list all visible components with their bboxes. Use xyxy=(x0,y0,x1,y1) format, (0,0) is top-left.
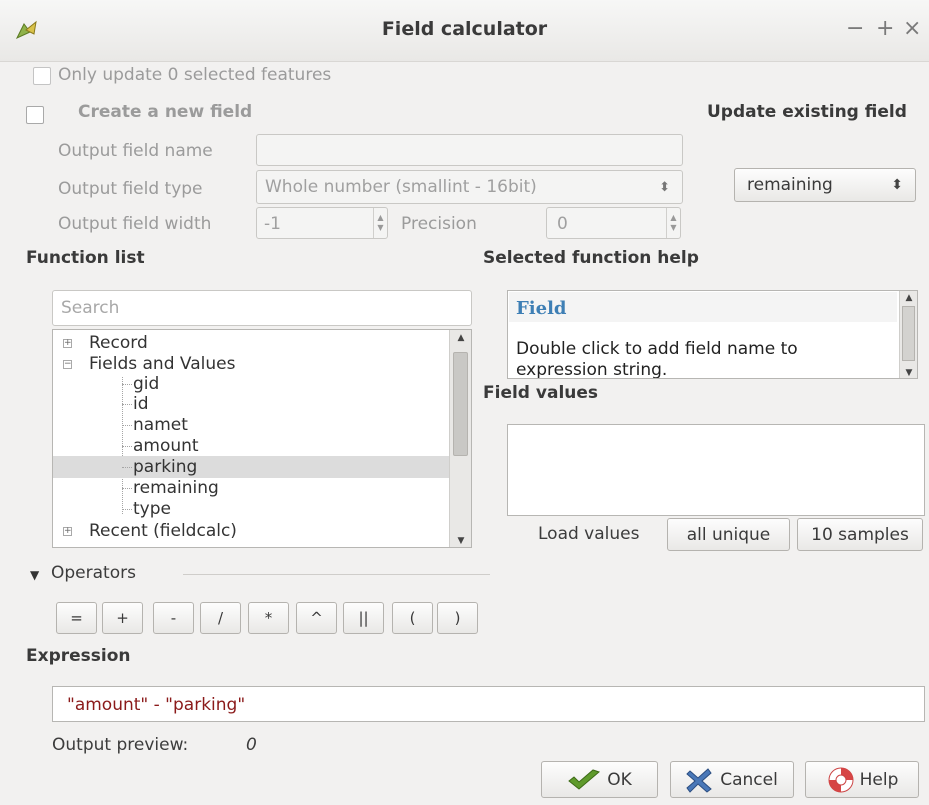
spinner-arrows-icon[interactable]: ▲ ▼ xyxy=(373,208,387,238)
scroll-down-icon[interactable]: ▼ xyxy=(450,536,471,546)
output-field-type-value: Whole number (smallint - 16bit) xyxy=(265,177,537,197)
output-field-name-input[interactable] xyxy=(256,134,683,166)
tree-item-amount[interactable]: amount xyxy=(133,436,199,456)
tree-expander-icon[interactable]: + xyxy=(63,339,72,348)
help-title-bar xyxy=(509,292,897,322)
tree-item-gid[interactable]: gid xyxy=(133,374,159,394)
operator-minus-button[interactable]: - xyxy=(153,602,194,634)
scroll-down-icon[interactable]: ▼ xyxy=(900,368,917,378)
existing-field-select[interactable]: remaining ⬍ xyxy=(734,168,916,202)
create-new-field-label: Create a new field xyxy=(78,102,253,122)
ok-button[interactable]: OK xyxy=(541,761,658,798)
field-values-heading: Field values xyxy=(483,383,599,403)
updown-arrows-icon: ⬍ xyxy=(659,180,670,195)
operators-heading: Operators xyxy=(51,563,136,583)
function-tree-scrollbar[interactable]: ▲ ▼ xyxy=(449,330,471,547)
cancel-label: Cancel xyxy=(720,769,778,790)
section-divider xyxy=(183,574,490,575)
output-field-name-label: Output field name xyxy=(58,141,213,161)
output-field-type-select[interactable]: Whole number (smallint - 16bit) ⬍ xyxy=(256,170,683,204)
close-icon[interactable]: × xyxy=(903,16,921,41)
help-text: Double click to add field name to expres… xyxy=(516,339,798,379)
operator-concat-button[interactable]: || xyxy=(343,602,384,634)
tree-collapser-icon[interactable]: − xyxy=(63,360,72,369)
operator-close-paren-button[interactable]: ) xyxy=(437,602,478,634)
tree-item-type[interactable]: type xyxy=(133,499,171,519)
function-search-input[interactable]: Search xyxy=(52,290,472,326)
operator-divide-button[interactable]: / xyxy=(200,602,241,634)
scroll-up-icon[interactable]: ▲ xyxy=(900,293,917,303)
tree-guide-line xyxy=(122,446,132,447)
tree-item-id[interactable]: id xyxy=(133,394,149,414)
selected-function-help-heading: Selected function help xyxy=(483,248,699,268)
update-existing-field-label: Update existing field xyxy=(707,102,907,122)
output-field-type-label: Output field type xyxy=(58,179,203,199)
collapse-triangle-icon[interactable]: ▼ xyxy=(30,568,39,582)
expression-input[interactable]: "amount" - "parking" xyxy=(52,686,925,722)
tree-item-recent-fieldcalc[interactable]: Recent (fieldcalc) xyxy=(89,521,237,541)
function-help-panel: Field Double click to add field name to … xyxy=(507,290,918,379)
scrollbar-thumb[interactable] xyxy=(902,306,915,361)
tree-item-record[interactable]: Record xyxy=(89,333,148,353)
operator-open-paren-button[interactable]: ( xyxy=(392,602,433,634)
tree-guide-line xyxy=(122,384,132,385)
load-values-label: Load values xyxy=(538,524,640,544)
precision-label: Precision xyxy=(401,214,477,234)
help-scrollbar[interactable]: ▲ ▼ xyxy=(899,291,917,378)
output-preview-label: Output preview: xyxy=(52,735,189,755)
spinner-arrows-icon[interactable]: ▲ ▼ xyxy=(666,208,680,238)
help-lifebuoy-icon xyxy=(828,767,854,792)
scroll-up-icon[interactable]: ▲ xyxy=(450,333,471,343)
ok-label: OK xyxy=(607,769,632,790)
tree-item-fields-and-values[interactable]: Fields and Values xyxy=(89,354,235,374)
tree-expander-icon[interactable]: + xyxy=(63,527,72,536)
ten-samples-button[interactable]: 10 samples xyxy=(797,518,923,551)
minimize-icon[interactable]: − xyxy=(846,16,864,41)
existing-field-value: remaining xyxy=(747,175,833,195)
cancel-button[interactable]: Cancel xyxy=(670,761,794,798)
operator-multiply-button[interactable]: * xyxy=(248,602,289,634)
selected-row-highlight xyxy=(53,456,449,478)
help-button[interactable]: Help xyxy=(805,761,919,798)
tree-guide-line xyxy=(122,467,132,468)
search-placeholder: Search xyxy=(61,298,120,318)
cancel-x-icon xyxy=(686,767,712,793)
only-update-selected-checkbox[interactable] xyxy=(33,67,51,85)
all-unique-button[interactable]: all unique xyxy=(667,518,790,551)
output-preview-value: 0 xyxy=(246,735,257,755)
output-field-width-value: -1 xyxy=(264,214,281,234)
updown-arrows-icon: ⬍ xyxy=(891,177,903,193)
tree-item-remaining[interactable]: remaining xyxy=(133,478,219,498)
only-update-selected-label: Only update 0 selected features xyxy=(58,65,332,85)
expression-text: "amount" - "parking" xyxy=(67,695,246,715)
tree-item-namet[interactable]: namet xyxy=(133,415,188,435)
tree-guide-line xyxy=(122,488,132,489)
maximize-icon[interactable]: + xyxy=(876,16,894,41)
tree-guide-line xyxy=(122,509,132,510)
expression-heading: Expression xyxy=(26,646,131,666)
create-new-field-checkbox[interactable] xyxy=(26,106,44,124)
tree-item-parking[interactable]: parking xyxy=(133,457,197,477)
output-field-width-spinbox[interactable]: -1 ▲ ▼ xyxy=(256,207,388,239)
function-tree[interactable]: + Record − Fields and Values gid id name… xyxy=(52,329,472,548)
function-list-heading: Function list xyxy=(26,248,145,268)
scrollbar-thumb[interactable] xyxy=(453,352,468,456)
precision-value: 0 xyxy=(557,214,568,234)
ok-check-icon xyxy=(568,768,601,790)
operator-plus-button[interactable]: + xyxy=(102,602,143,634)
help-title: Field xyxy=(516,298,567,319)
help-label: Help xyxy=(859,769,899,790)
tree-guide-line xyxy=(122,404,132,405)
window-title: Field calculator xyxy=(381,18,548,40)
precision-spinbox[interactable]: 0 ▲ ▼ xyxy=(546,207,681,239)
output-field-width-label: Output field width xyxy=(58,214,212,234)
field-values-list[interactable] xyxy=(507,424,925,516)
tree-guide-line xyxy=(122,425,132,426)
operator-equals-button[interactable]: = xyxy=(56,602,97,634)
operator-power-button[interactable]: ^ xyxy=(296,602,337,634)
